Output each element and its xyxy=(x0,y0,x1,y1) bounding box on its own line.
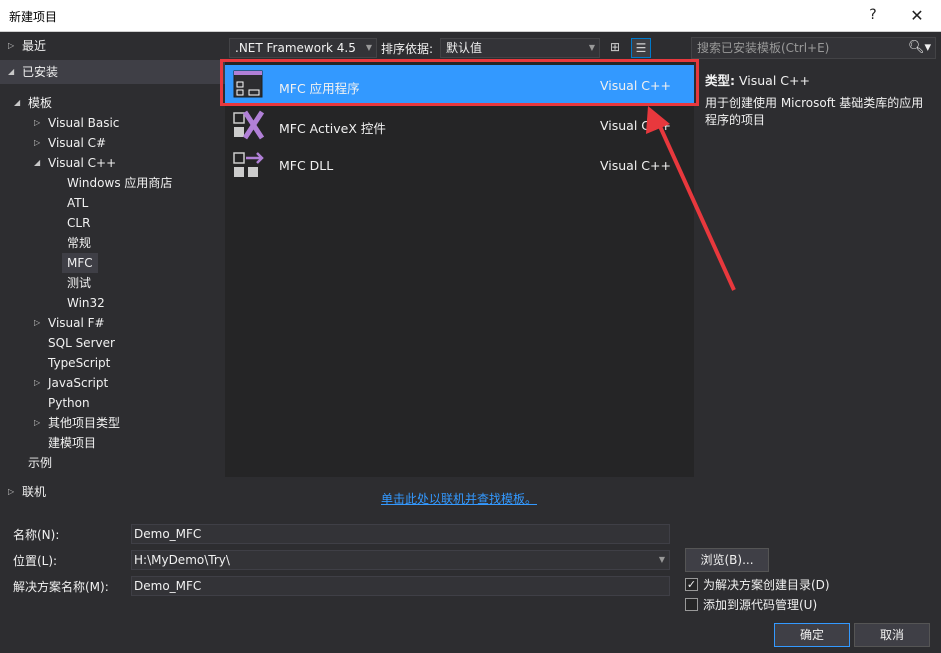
collapse-arrow-icon[interactable]: ◢ xyxy=(8,62,22,82)
solution-name-field[interactable]: Demo_MFC xyxy=(131,576,670,596)
tree-item-visual-csharp[interactable]: ▷ Visual C# xyxy=(34,133,106,153)
expand-arrow-icon[interactable]: ▷ xyxy=(34,313,48,333)
expand-arrow-icon[interactable]: ▷ xyxy=(34,133,48,153)
tree-item-other-types[interactable]: ▷ 其他项目类型 xyxy=(34,413,120,433)
cancel-button[interactable]: 取消 xyxy=(854,623,930,647)
template-tree: ▷ 最近 ◢ 已安装 ◢ 模板 ▷ Visual Basic ▷ Visual C# ◢ V… xyxy=(0,33,225,511)
close-button[interactable]: ✕ xyxy=(895,0,939,31)
title-bar: 新建项目 ? ✕ xyxy=(0,0,941,32)
template-name: MFC DLL xyxy=(279,158,334,173)
tree-item-javascript[interactable]: ▷ JavaScript xyxy=(34,373,108,393)
collapse-arrow-icon[interactable]: ◢ xyxy=(34,153,48,173)
template-info: 类型: Visual C++ 用于创建使用 Microsoft 基础类库的应用程… xyxy=(705,70,935,129)
template-language: Visual C++ xyxy=(600,158,671,173)
help-button[interactable]: ? xyxy=(851,0,895,31)
name-field[interactable]: Demo_MFC xyxy=(131,524,670,544)
template-name: MFC 应用程序 xyxy=(279,81,360,96)
tree-item-test[interactable]: 测试 xyxy=(67,273,91,293)
online-templates-link[interactable]: 单击此处以联机并查找模板。 xyxy=(381,490,537,507)
mfc-activex-icon xyxy=(233,110,265,140)
tree-item-mfc[interactable]: MFC xyxy=(62,253,98,273)
template-item-mfc-activex[interactable]: MFC ActiveX 控件 Visual C++ xyxy=(225,105,694,145)
search-placeholder: 搜索已安装模板(Ctrl+E) xyxy=(697,41,830,55)
tree-item-python[interactable]: Python xyxy=(48,393,90,413)
search-icon[interactable]: 🔍︎▾ xyxy=(908,38,931,58)
mfc-dll-icon xyxy=(233,152,264,177)
expand-arrow-icon[interactable]: ▷ xyxy=(34,113,48,133)
template-item-mfc-app[interactable]: MFC 应用程序 Visual C++ xyxy=(225,65,694,105)
tree-item-visual-fsharp[interactable]: ▷ Visual F# xyxy=(34,313,105,333)
tree-item-typescript[interactable]: TypeScript xyxy=(48,353,110,373)
source-control-checkbox[interactable]: 添加到源代码管理(U) xyxy=(685,598,817,614)
create-directory-checkbox[interactable]: ✓ 为解决方案创建目录(D) xyxy=(685,578,830,594)
template-type: 类型: Visual C++ xyxy=(705,73,810,88)
tree-item-windows-store[interactable]: Windows 应用商店 xyxy=(67,173,172,193)
project-form: 名称(N): Demo_MFC 位置(L): H:\MyDemo\Try\ ▼ 解… xyxy=(0,515,941,653)
tree-item-visual-basic[interactable]: ▷ Visual Basic xyxy=(34,113,119,133)
grid-view-button[interactable]: ⊞ xyxy=(605,38,625,58)
collapse-arrow-icon[interactable]: ◢ xyxy=(14,93,28,113)
grid-view-icon: ⊞ xyxy=(609,40,621,54)
window-title: 新建项目 xyxy=(9,10,58,24)
tree-item-visual-cpp[interactable]: ◢ Visual C++ xyxy=(34,153,116,173)
location-field[interactable]: H:\MyDemo\Try\ ▼ xyxy=(131,550,670,570)
chevron-down-icon: ▼ xyxy=(588,43,595,52)
tree-item-sql-server[interactable]: SQL Server xyxy=(48,333,115,353)
tree-item-templates[interactable]: ◢ 模板 xyxy=(14,93,52,113)
sort-label: 排序依据: xyxy=(381,42,434,56)
tree-item-recent[interactable]: ▷ 最近 xyxy=(8,36,46,56)
tree-item-atl[interactable]: ATL xyxy=(67,193,88,213)
tree-item-clr[interactable]: CLR xyxy=(67,213,90,233)
expand-arrow-icon[interactable]: ▷ xyxy=(8,36,22,56)
tree-item-modeling[interactable]: 建模项目 xyxy=(48,433,96,453)
template-item-mfc-dll[interactable]: MFC DLL Visual C++ xyxy=(225,145,694,185)
template-list: MFC 应用程序 Visual C++ MFC ActiveX 控件 Visua… xyxy=(225,61,694,477)
template-language: Visual C++ xyxy=(600,118,671,133)
solution-name-label: 解决方案名称(M): xyxy=(13,580,109,594)
browse-button[interactable]: 浏览(B)... xyxy=(685,548,769,572)
sort-select[interactable]: 默认值 ▼ xyxy=(440,38,600,58)
framework-select[interactable]: .NET Framework 4.5 ▼ xyxy=(229,38,377,58)
expand-arrow-icon[interactable]: ▷ xyxy=(34,373,48,393)
tree-item-online[interactable]: ▷ 联机 xyxy=(8,482,46,502)
mfc-app-icon xyxy=(233,70,263,98)
tree-item-samples[interactable]: 示例 xyxy=(28,453,52,473)
template-name: MFC ActiveX 控件 xyxy=(279,121,386,136)
template-language: Visual C++ xyxy=(600,78,671,93)
empty-checkbox-icon xyxy=(685,598,698,611)
tree-item-general[interactable]: 常规 xyxy=(67,233,91,253)
chevron-down-icon[interactable]: ▼ xyxy=(659,551,665,569)
tree-item-installed[interactable]: ◢ 已安装 xyxy=(8,62,58,82)
search-input[interactable]: 搜索已安装模板(Ctrl+E) 🔍︎▾ xyxy=(691,37,936,59)
name-label: 名称(N): xyxy=(13,528,60,542)
checkmark-icon: ✓ xyxy=(685,578,698,591)
ok-button[interactable]: 确定 xyxy=(774,623,850,647)
tree-item-win32[interactable]: Win32 xyxy=(67,293,105,313)
template-description: 用于创建使用 Microsoft 基础类库的应用程序的项目 xyxy=(705,96,924,127)
location-label: 位置(L): xyxy=(13,554,58,568)
chevron-down-icon: ▼ xyxy=(365,43,372,52)
expand-arrow-icon[interactable]: ▷ xyxy=(8,482,22,502)
expand-arrow-icon[interactable]: ▷ xyxy=(34,413,48,433)
template-toolbar: .NET Framework 4.5 ▼ 排序依据: 默认值 ▼ ⊞ ☰ xyxy=(225,33,694,61)
list-view-icon: ☰ xyxy=(635,41,647,55)
list-view-button[interactable]: ☰ xyxy=(631,38,651,58)
